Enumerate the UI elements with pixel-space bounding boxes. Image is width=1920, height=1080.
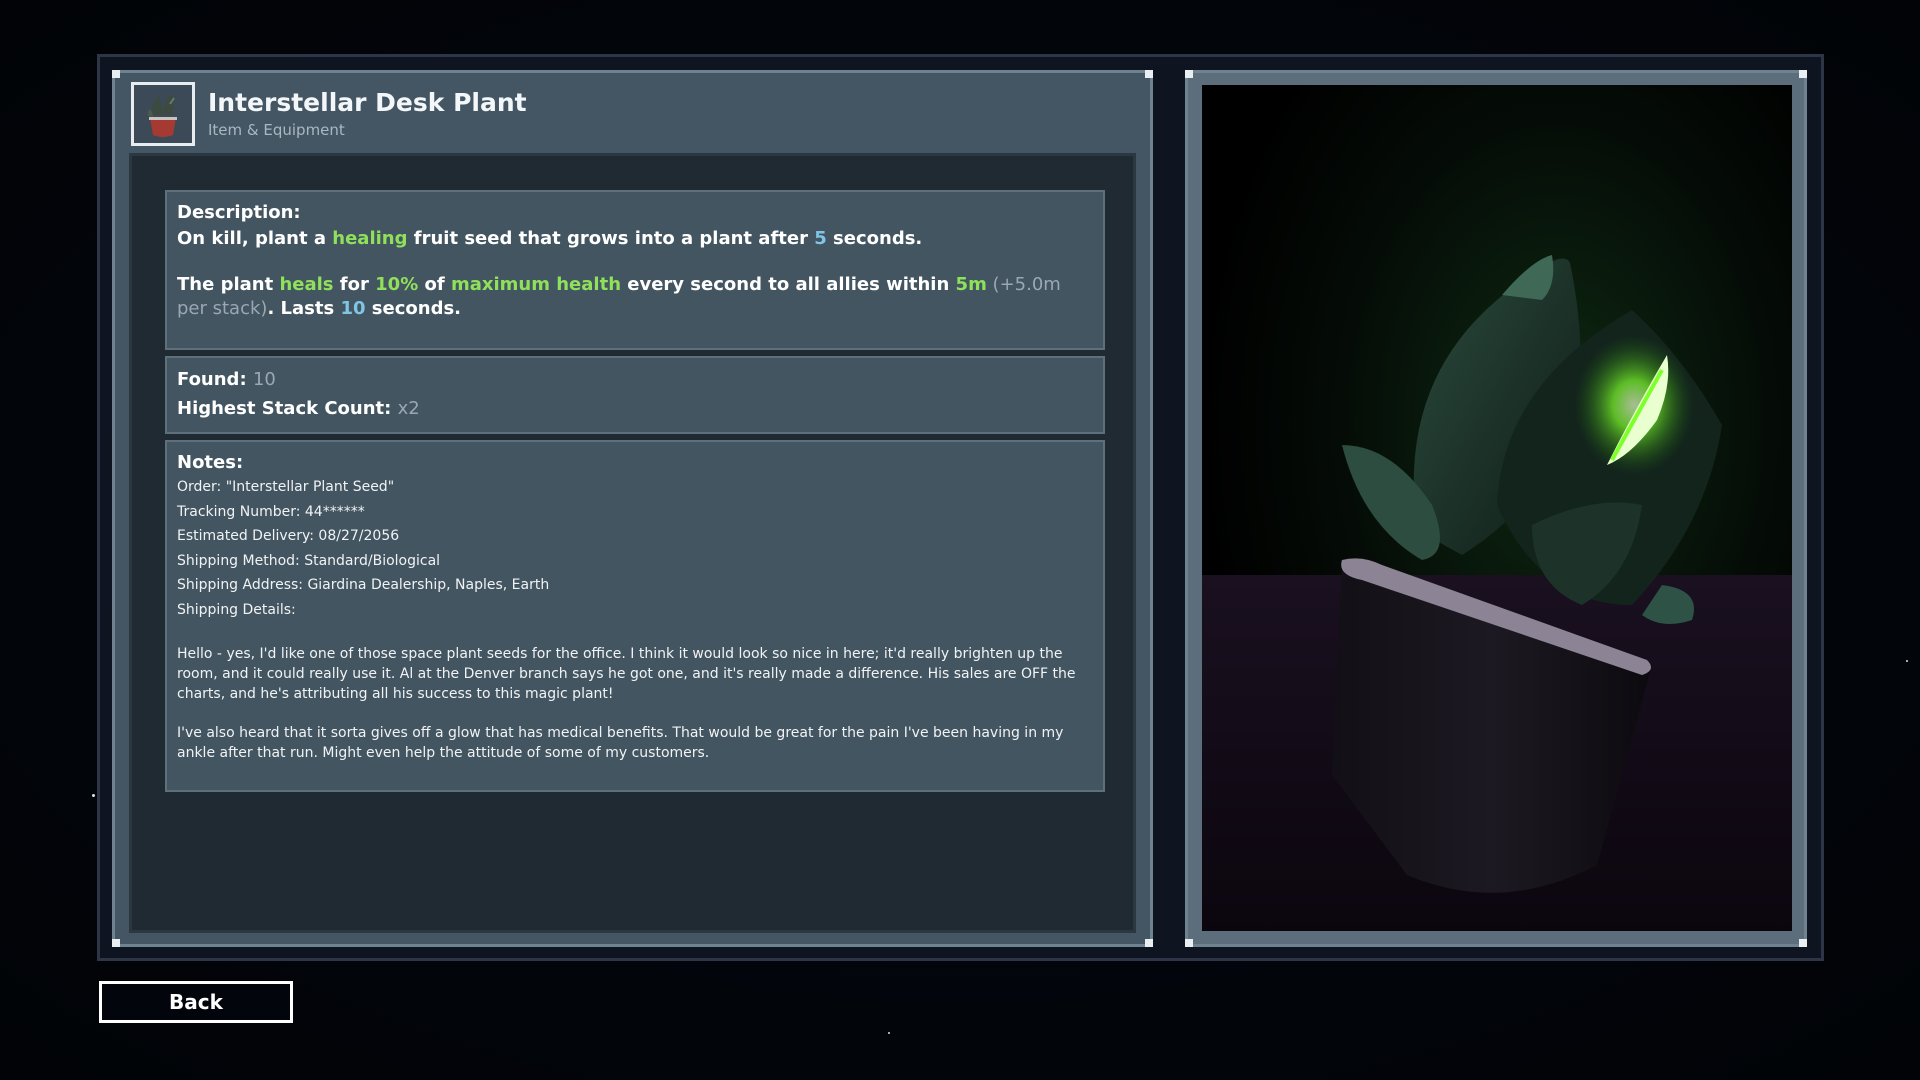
description-segment: 5 <box>814 228 827 249</box>
note-line: Estimated Delivery: 08/27/2056 <box>177 528 400 544</box>
description-box: Description: On kill, plant a healing fr… <box>165 190 1105 350</box>
star <box>888 1032 890 1034</box>
stack-label: Highest Stack Count: <box>177 398 392 419</box>
description-segment: 10 <box>340 298 366 319</box>
description-segment: On kill, plant a <box>177 228 333 249</box>
description-segment: seconds. <box>365 298 462 319</box>
item-category: Item & Equipment <box>208 121 345 139</box>
description-line-1: On kill, plant a healing fruit seed that… <box>177 227 1093 251</box>
found-row: Found: 10 <box>177 368 1093 392</box>
notes-list: Order: "Interstellar Plant Seed" Trackin… <box>177 475 1093 622</box>
found-label: Found: <box>177 369 247 390</box>
description-segment: 10% <box>375 274 419 295</box>
description-segment: heals <box>279 274 334 295</box>
item-details-area: Description: On kill, plant a healing fr… <box>129 153 1136 933</box>
item-title: Interstellar Desk Plant <box>208 88 527 117</box>
description-segment: The plant <box>177 274 280 295</box>
stack-row: Highest Stack Count: x2 <box>177 397 1093 421</box>
notes-box: Notes: Order: "Interstellar Plant Seed" … <box>165 440 1105 792</box>
desk-plant-image <box>1202 85 1792 931</box>
note-line: Order: "Interstellar Plant Seed" <box>177 479 395 495</box>
stack-value: x2 <box>397 398 420 419</box>
description-segment: for <box>333 274 376 295</box>
note-line: Shipping Method: Standard/Biological <box>177 552 441 569</box>
note-paragraph: I've also heard that it sorta gives off … <box>177 725 1064 761</box>
notes-label: Notes: <box>177 452 244 473</box>
description-line-2: The plant heals for 10% of maximum healt… <box>177 273 1093 321</box>
found-value: 10 <box>252 369 276 390</box>
star <box>1906 660 1908 662</box>
plant-pot-icon <box>131 82 195 146</box>
description-segment: seconds. <box>826 228 923 249</box>
note-paragraph: Hello - yes, I'd like one of those space… <box>177 646 1076 702</box>
description-segment: fruit seed that grows into a plant after <box>407 228 815 249</box>
item-preview-panel <box>1185 70 1807 947</box>
note-line: Shipping Address: Giardina Dealership, N… <box>177 577 550 593</box>
description-segment: of <box>418 274 451 295</box>
note-line: Tracking Number: 44****** <box>177 503 365 520</box>
star <box>92 794 95 797</box>
item-3d-preview <box>1202 85 1792 931</box>
note-line: Shipping Details: <box>177 601 296 618</box>
back-button[interactable]: Back <box>99 981 293 1023</box>
item-info-panel: Interstellar Desk Plant Item & Equipment… <box>112 70 1153 947</box>
description-segment: 5m <box>955 274 987 295</box>
stats-box: Found: 10 Highest Stack Count: x2 <box>165 356 1105 434</box>
description-segment: every second to all allies within <box>621 274 956 295</box>
description-segment: healing <box>332 228 408 249</box>
description-label: Description: <box>177 202 301 223</box>
description-segment: maximum health <box>450 274 622 295</box>
description-segment: . Lasts <box>267 298 341 319</box>
